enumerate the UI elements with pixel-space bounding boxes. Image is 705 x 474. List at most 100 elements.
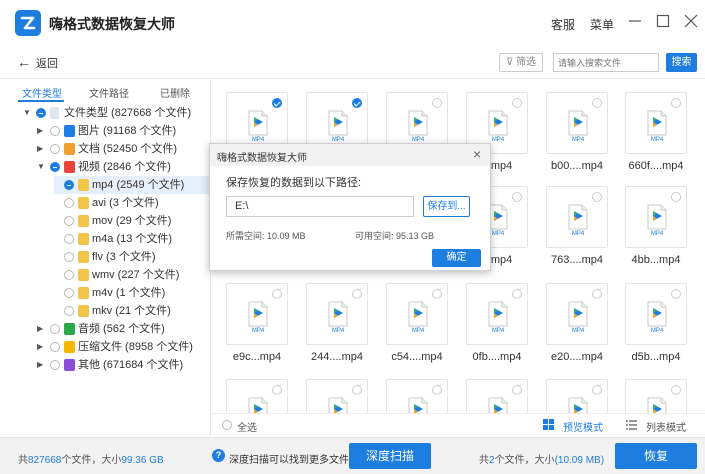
video-file-card[interactable]: MP4 — [226, 379, 288, 413]
collapsed-arrow-icon[interactable]: ▶ — [37, 122, 45, 140]
tree-node-m4a[interactable]: m4a (13 个文件) — [54, 230, 210, 248]
video-file-card[interactable]: MP4 — [466, 379, 528, 413]
file-select-checkbox[interactable] — [592, 98, 602, 108]
select-all-checkbox[interactable] — [222, 420, 232, 430]
confirm-button[interactable]: 确定 — [432, 249, 481, 267]
customer-service-link[interactable]: 客服 — [551, 16, 575, 33]
maximize-icon[interactable] — [654, 12, 672, 30]
tab-file-path[interactable]: 文件路径 — [89, 85, 129, 100]
deep-scan-button[interactable]: 深度扫描 — [349, 443, 431, 469]
video-file-card[interactable]: MP4 — [625, 379, 687, 413]
list-view-icon[interactable] — [626, 419, 637, 430]
file-select-checkbox[interactable] — [671, 192, 681, 202]
tree-node-m4v[interactable]: m4v (1 个文件) — [54, 284, 210, 302]
tree-node-flv[interactable]: flv (3 个文件) — [54, 248, 210, 266]
tree-node-archives[interactable]: ▶ 压缩文件 (8958 个文件) — [0, 338, 210, 356]
partial-checkbox[interactable] — [50, 162, 60, 172]
file-select-checkbox[interactable] — [272, 98, 282, 108]
video-file-card[interactable]: MP4 — [546, 379, 608, 413]
partial-checkbox[interactable] — [64, 180, 74, 190]
recover-button[interactable]: 恢复 — [615, 443, 697, 469]
video-file-card[interactable]: MP4 — [386, 283, 448, 345]
select-all-label[interactable]: 全选 — [237, 419, 257, 434]
file-select-checkbox[interactable] — [512, 98, 522, 108]
file-select-checkbox[interactable] — [671, 385, 681, 395]
video-file-card[interactable]: MP4 — [306, 283, 368, 345]
dialog-close-icon[interactable]: × — [473, 146, 481, 162]
video-file-card[interactable]: MP4 — [625, 186, 687, 248]
video-file-card[interactable]: MP4 — [546, 283, 608, 345]
minimize-icon[interactable] — [626, 12, 644, 30]
video-file-card[interactable]: MP4 — [546, 92, 608, 154]
file-select-checkbox[interactable] — [352, 385, 362, 395]
file-select-checkbox[interactable] — [512, 385, 522, 395]
checkbox[interactable] — [64, 234, 74, 244]
file-select-checkbox[interactable] — [432, 385, 442, 395]
collapsed-arrow-icon[interactable]: ▶ — [37, 320, 45, 338]
save-path-input[interactable]: E:\ — [226, 196, 414, 217]
tree-node-avi[interactable]: avi (3 个文件) — [54, 194, 210, 212]
video-file-card[interactable]: MP4 — [625, 283, 687, 345]
checkbox[interactable] — [50, 360, 60, 370]
collapsed-arrow-icon[interactable]: ▶ — [37, 356, 45, 374]
checkbox[interactable] — [64, 252, 74, 262]
search-input[interactable] — [553, 53, 659, 72]
file-select-checkbox[interactable] — [512, 192, 522, 202]
checkbox[interactable] — [50, 126, 60, 136]
file-select-checkbox[interactable] — [352, 289, 362, 299]
tree-node-other[interactable]: ▶ 其他 (671684 个文件) — [0, 356, 210, 374]
tree-node-mp4[interactable]: mp4 (2549 个文件) — [54, 176, 210, 194]
list-mode-button[interactable]: 列表模式 — [646, 419, 686, 434]
menu-link[interactable]: 菜单 — [590, 16, 614, 33]
checkbox[interactable] — [50, 342, 60, 352]
file-select-checkbox[interactable] — [671, 98, 681, 108]
grid-view-icon[interactable] — [543, 419, 554, 430]
file-select-checkbox[interactable] — [671, 289, 681, 299]
close-icon[interactable] — [682, 12, 700, 30]
filter-button[interactable]: ⊽ 筛选 — [499, 53, 543, 72]
video-file-card[interactable]: MP4 — [306, 379, 368, 413]
video-file-card[interactable]: MP4 — [546, 186, 608, 248]
save-to-button[interactable]: 保存到... — [423, 196, 470, 217]
expanded-arrow-icon[interactable]: ▼ — [37, 158, 45, 176]
collapsed-arrow-icon[interactable]: ▶ — [37, 338, 45, 356]
video-file-card[interactable]: MP4 — [226, 283, 288, 345]
video-file-card[interactable]: MP4 — [466, 283, 528, 345]
tree-node-audio[interactable]: ▶ 音频 (562 个文件) — [0, 320, 210, 338]
tree-node-videos[interactable]: ▼ 视频 (2846 个文件) — [0, 158, 210, 176]
tree-node-mkv[interactable]: mkv (21 个文件) — [54, 302, 210, 320]
expanded-arrow-icon[interactable]: ▼ — [23, 104, 31, 122]
tree-node-wmv[interactable]: wmv (227 个文件) — [54, 266, 210, 284]
back-button[interactable]: ← 返回 — [17, 54, 58, 71]
checkbox[interactable] — [64, 270, 74, 280]
file-select-checkbox[interactable] — [592, 289, 602, 299]
checkbox[interactable] — [50, 324, 60, 334]
video-file-card[interactable]: MP4 — [386, 379, 448, 413]
file-select-checkbox[interactable] — [272, 289, 282, 299]
checkbox[interactable] — [64, 306, 74, 316]
preview-mode-button[interactable]: 预览模式 — [563, 419, 603, 434]
tree-node-images[interactable]: ▶ 图片 (91168 个文件) — [0, 122, 210, 140]
file-select-checkbox[interactable] — [592, 192, 602, 202]
partial-checkbox[interactable] — [36, 108, 46, 118]
search-button[interactable]: 搜索 — [666, 53, 697, 72]
tab-file-type[interactable]: 文件类型 — [22, 85, 62, 100]
file-select-checkbox[interactable] — [352, 98, 362, 108]
sel-size: (10.09 MB) — [554, 455, 605, 466]
checkbox[interactable] — [64, 198, 74, 208]
collapsed-arrow-icon[interactable]: ▶ — [37, 140, 45, 158]
file-select-checkbox[interactable] — [512, 289, 522, 299]
tree-node-documents[interactable]: ▶ 文档 (52450 个文件) — [0, 140, 210, 158]
tab-deleted[interactable]: 已删除 — [160, 85, 190, 100]
file-select-checkbox[interactable] — [592, 385, 602, 395]
video-file-card[interactable]: MP4 — [625, 92, 687, 154]
file-select-checkbox[interactable] — [432, 289, 442, 299]
file-select-checkbox[interactable] — [432, 98, 442, 108]
tree-node-mov[interactable]: mov (29 个文件) — [54, 212, 210, 230]
dialog-header: 嗨格式数据恢复大师 × — [210, 144, 490, 166]
checkbox[interactable] — [64, 216, 74, 226]
tree-node-file-types[interactable]: ▼ 文件类型 (827668 个文件) — [0, 104, 210, 122]
checkbox[interactable] — [64, 288, 74, 298]
checkbox[interactable] — [50, 144, 60, 154]
file-select-checkbox[interactable] — [272, 385, 282, 395]
